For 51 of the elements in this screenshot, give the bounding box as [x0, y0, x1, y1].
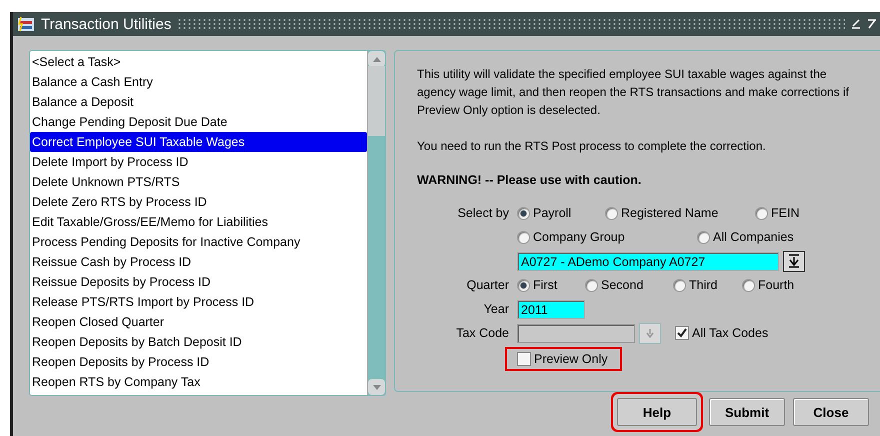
checkbox[interactable]: All Tax Codes [675, 326, 768, 340]
task-item[interactable]: Reissue Deposits by Process ID [30, 272, 367, 292]
scroll-down-icon[interactable] [372, 384, 380, 390]
maximize-icon[interactable] [867, 19, 877, 29]
scroll-up-icon[interactable] [372, 56, 380, 62]
company-field[interactable]: A0727 - ADemo Company A0727 [517, 252, 779, 270]
note-text: You need to run the RTS Post process to complete the correction. [417, 138, 767, 155]
download-icon [788, 254, 800, 268]
radio-option[interactable]: FEIN [755, 206, 835, 220]
field-label: Select by [456, 206, 510, 220]
radio-option[interactable]: Second [585, 278, 673, 292]
task-item[interactable]: Release PTS/RTS Import by Process ID [30, 292, 367, 312]
task-item[interactable]: Delete Import by Process ID [30, 152, 367, 172]
scroll-thumb[interactable] [368, 66, 385, 136]
field-label: Quarter [466, 278, 510, 292]
year-field[interactable]: 2011 [517, 300, 585, 318]
task-item[interactable]: Correct Employee SUI Taxable Wages [30, 132, 367, 152]
field-label: Year [482, 302, 510, 316]
dialog-button[interactable]: Close [793, 398, 869, 426]
app-icon [17, 16, 35, 32]
task-item[interactable]: Balance a Cash Entry [30, 72, 367, 92]
task-item[interactable]: Reopen Deposits by Batch Deposit ID [30, 332, 367, 352]
task-item[interactable]: Edit Taxable/Gross/EE/Memo for Liabilities [30, 212, 367, 232]
task-item[interactable]: Delete Zero RTS by Process ID [30, 192, 367, 212]
warning-text: WARNING! -- Please use with caution. [417, 173, 642, 187]
description-text: This utility will validate the specified employee SUI taxable wages against the agency wage limit, and then reopen the RTS transactions and make corrections if Preview Only option is deselected. [417, 66, 850, 119]
radio-option[interactable]: Fourth [742, 278, 812, 292]
window-title: Transaction Utilities [41, 16, 172, 32]
radio-option[interactable]: First [517, 278, 585, 292]
dialog-button[interactable]: Submit [709, 398, 785, 426]
task-item[interactable]: Reopen Deposits by Process ID [30, 352, 367, 372]
task-item[interactable]: Delete Unknown PTS/RTS [30, 172, 367, 192]
task-item[interactable]: Balance a Deposit [30, 92, 367, 112]
task-item[interactable]: Reopen RTS by Company Tax [30, 372, 367, 392]
task-item[interactable]: Reissue Cash by Process ID [30, 252, 367, 272]
task-item[interactable]: <Select a Task> [30, 52, 367, 72]
checkbox[interactable]: Preview Only [505, 347, 622, 371]
minimize-icon[interactable] [851, 19, 861, 29]
field-label: Tax Code [455, 326, 510, 340]
down-arrow-icon [645, 328, 655, 338]
radio-option[interactable]: Payroll [517, 206, 605, 220]
radio-option[interactable]: Company Group [517, 230, 697, 244]
check-icon [677, 328, 687, 338]
task-item[interactable]: Process Pending Deposits for Inactive Company [30, 232, 367, 252]
task-item[interactable]: Change Pending Deposit Due Date [30, 112, 367, 132]
scrollbar[interactable] [367, 51, 385, 395]
list-button[interactable] [783, 250, 805, 272]
task-item[interactable]: Reopen Closed Quarter [30, 312, 367, 332]
radio-option[interactable]: All Companies [697, 230, 807, 244]
radio-option[interactable]: Registered Name [605, 206, 755, 220]
radio-option[interactable]: Third [673, 278, 742, 292]
